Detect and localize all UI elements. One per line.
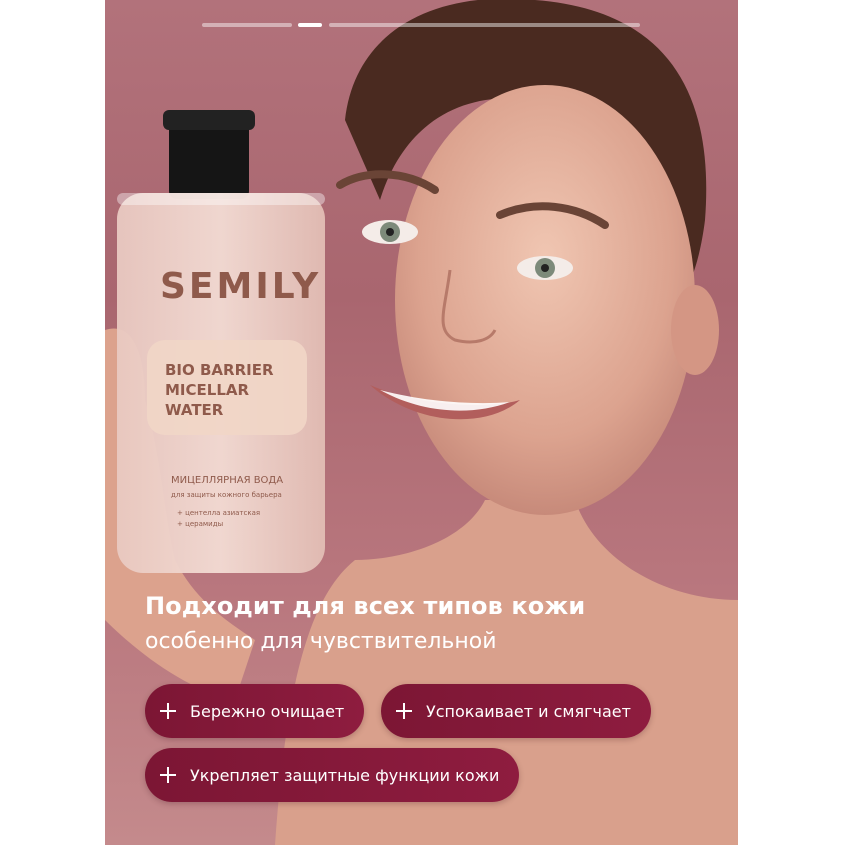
subheadline: особенно для чувствительной (145, 629, 497, 654)
benefit-pill-cleanses: Бережно очищает (145, 684, 365, 738)
product-slide: SEMILY BIO BARRIER MICELLAR WATER МИЦЕЛЛ… (105, 0, 738, 845)
progress-segment-3[interactable] (329, 23, 640, 27)
face-shape (395, 85, 695, 515)
bottle-name-line2: MICELLAR (165, 381, 249, 399)
benefit-label: Успокаивает и смягчает (426, 701, 631, 721)
bottle-ingredient-1: + центелла азиатская (177, 509, 260, 517)
product-bottle: SEMILY BIO BARRIER MICELLAR WATER МИЦЕЛЛ… (117, 110, 325, 573)
progress-segment-2[interactable] (298, 23, 322, 27)
bottle-brand-label: SEMILY (160, 266, 321, 307)
bottle-ingredient-2: + церамиды (177, 520, 223, 528)
ear-shape (671, 285, 719, 375)
plus-icon (160, 703, 176, 719)
bottle-name-line1: BIO BARRIER (165, 361, 274, 379)
plus-icon (396, 703, 412, 719)
benefit-pill-soothes: Успокаивает и смягчает (381, 684, 651, 738)
headline: Подходит для всех типов кожи (145, 592, 586, 620)
benefit-label: Укрепляет защитные функции кожи (190, 765, 500, 785)
benefit-label: Бережно очищает (190, 701, 345, 721)
bottle-type: МИЦЕЛЛЯРНАЯ ВОДА (171, 475, 283, 486)
progress-segment-1[interactable] (202, 23, 292, 27)
plus-icon (160, 767, 176, 783)
bottle-name-line3: WATER (165, 401, 224, 419)
bottle-purpose: для защиты кожного барьера (171, 491, 282, 499)
benefit-pill-strengthens: Укрепляет защитные функции кожи (145, 748, 520, 802)
